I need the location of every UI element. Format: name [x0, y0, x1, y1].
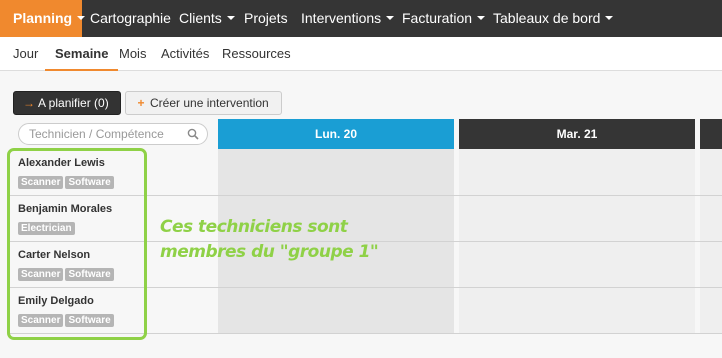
nav-clients-label: Clients [179, 10, 222, 26]
tab-ressources[interactable]: Ressources [222, 37, 291, 71]
tab-mois[interactable]: Mois [119, 37, 146, 71]
create-intervention-label: Créer une intervention [150, 96, 269, 110]
nav-facturation-label: Facturation [402, 10, 473, 26]
nav-planning-label: Planning [13, 10, 73, 26]
chevron-down-icon [386, 16, 395, 21]
chevron-down-icon [77, 16, 86, 21]
nav-planning[interactable]: Planning [0, 0, 86, 37]
technician-search [18, 123, 208, 145]
nav-cartographie-label: Cartographie [90, 10, 171, 26]
nav-facturation[interactable]: Facturation [402, 0, 486, 37]
group-annotation: Ces techniciens sont membres du "groupe … [160, 215, 379, 265]
search-icon [187, 128, 199, 140]
nav-clients[interactable]: Clients [179, 0, 235, 37]
group-highlight-box [7, 148, 147, 340]
nav-interventions-label: Interventions [301, 10, 382, 26]
chevron-down-icon [477, 16, 486, 21]
tab-jour[interactable]: Jour [13, 37, 38, 71]
view-tabs: Jour Semaine Mois Activités Ressources [0, 37, 722, 71]
nav-interventions[interactable]: Interventions [301, 0, 395, 37]
tab-semaine[interactable]: Semaine [45, 37, 119, 71]
a-planifier-label: A planifier (0) [38, 96, 109, 110]
day-header-next [700, 119, 722, 149]
create-intervention-button[interactable]: + Créer une intervention [125, 91, 282, 115]
tab-activites[interactable]: Activités [161, 37, 209, 71]
a-planifier-button[interactable]: → A planifier (0) [13, 91, 121, 115]
nav-projets[interactable]: Projets [244, 0, 288, 37]
chevron-down-icon [226, 16, 235, 21]
nav-cartographie[interactable]: Cartographie [90, 0, 171, 37]
top-navbar: Planning Cartographie Clients Projets In… [0, 0, 722, 37]
nav-tableaux-de-bord[interactable]: Tableaux de bord [493, 0, 614, 37]
technician-search-input[interactable] [29, 126, 189, 142]
annotation-line-1: Ces techniciens sont [160, 217, 348, 237]
annotation-line-2: membres du "groupe 1" [160, 242, 379, 262]
plus-icon: + [137, 96, 145, 110]
arrow-right-icon: → [23, 96, 35, 110]
nav-projets-label: Projets [244, 10, 288, 26]
nav-tableaux-label: Tableaux de bord [493, 10, 601, 26]
day-header-mar: Mar. 21 [459, 119, 695, 149]
day-header-lun: Lun. 20 [218, 119, 454, 149]
chevron-down-icon [605, 16, 614, 21]
